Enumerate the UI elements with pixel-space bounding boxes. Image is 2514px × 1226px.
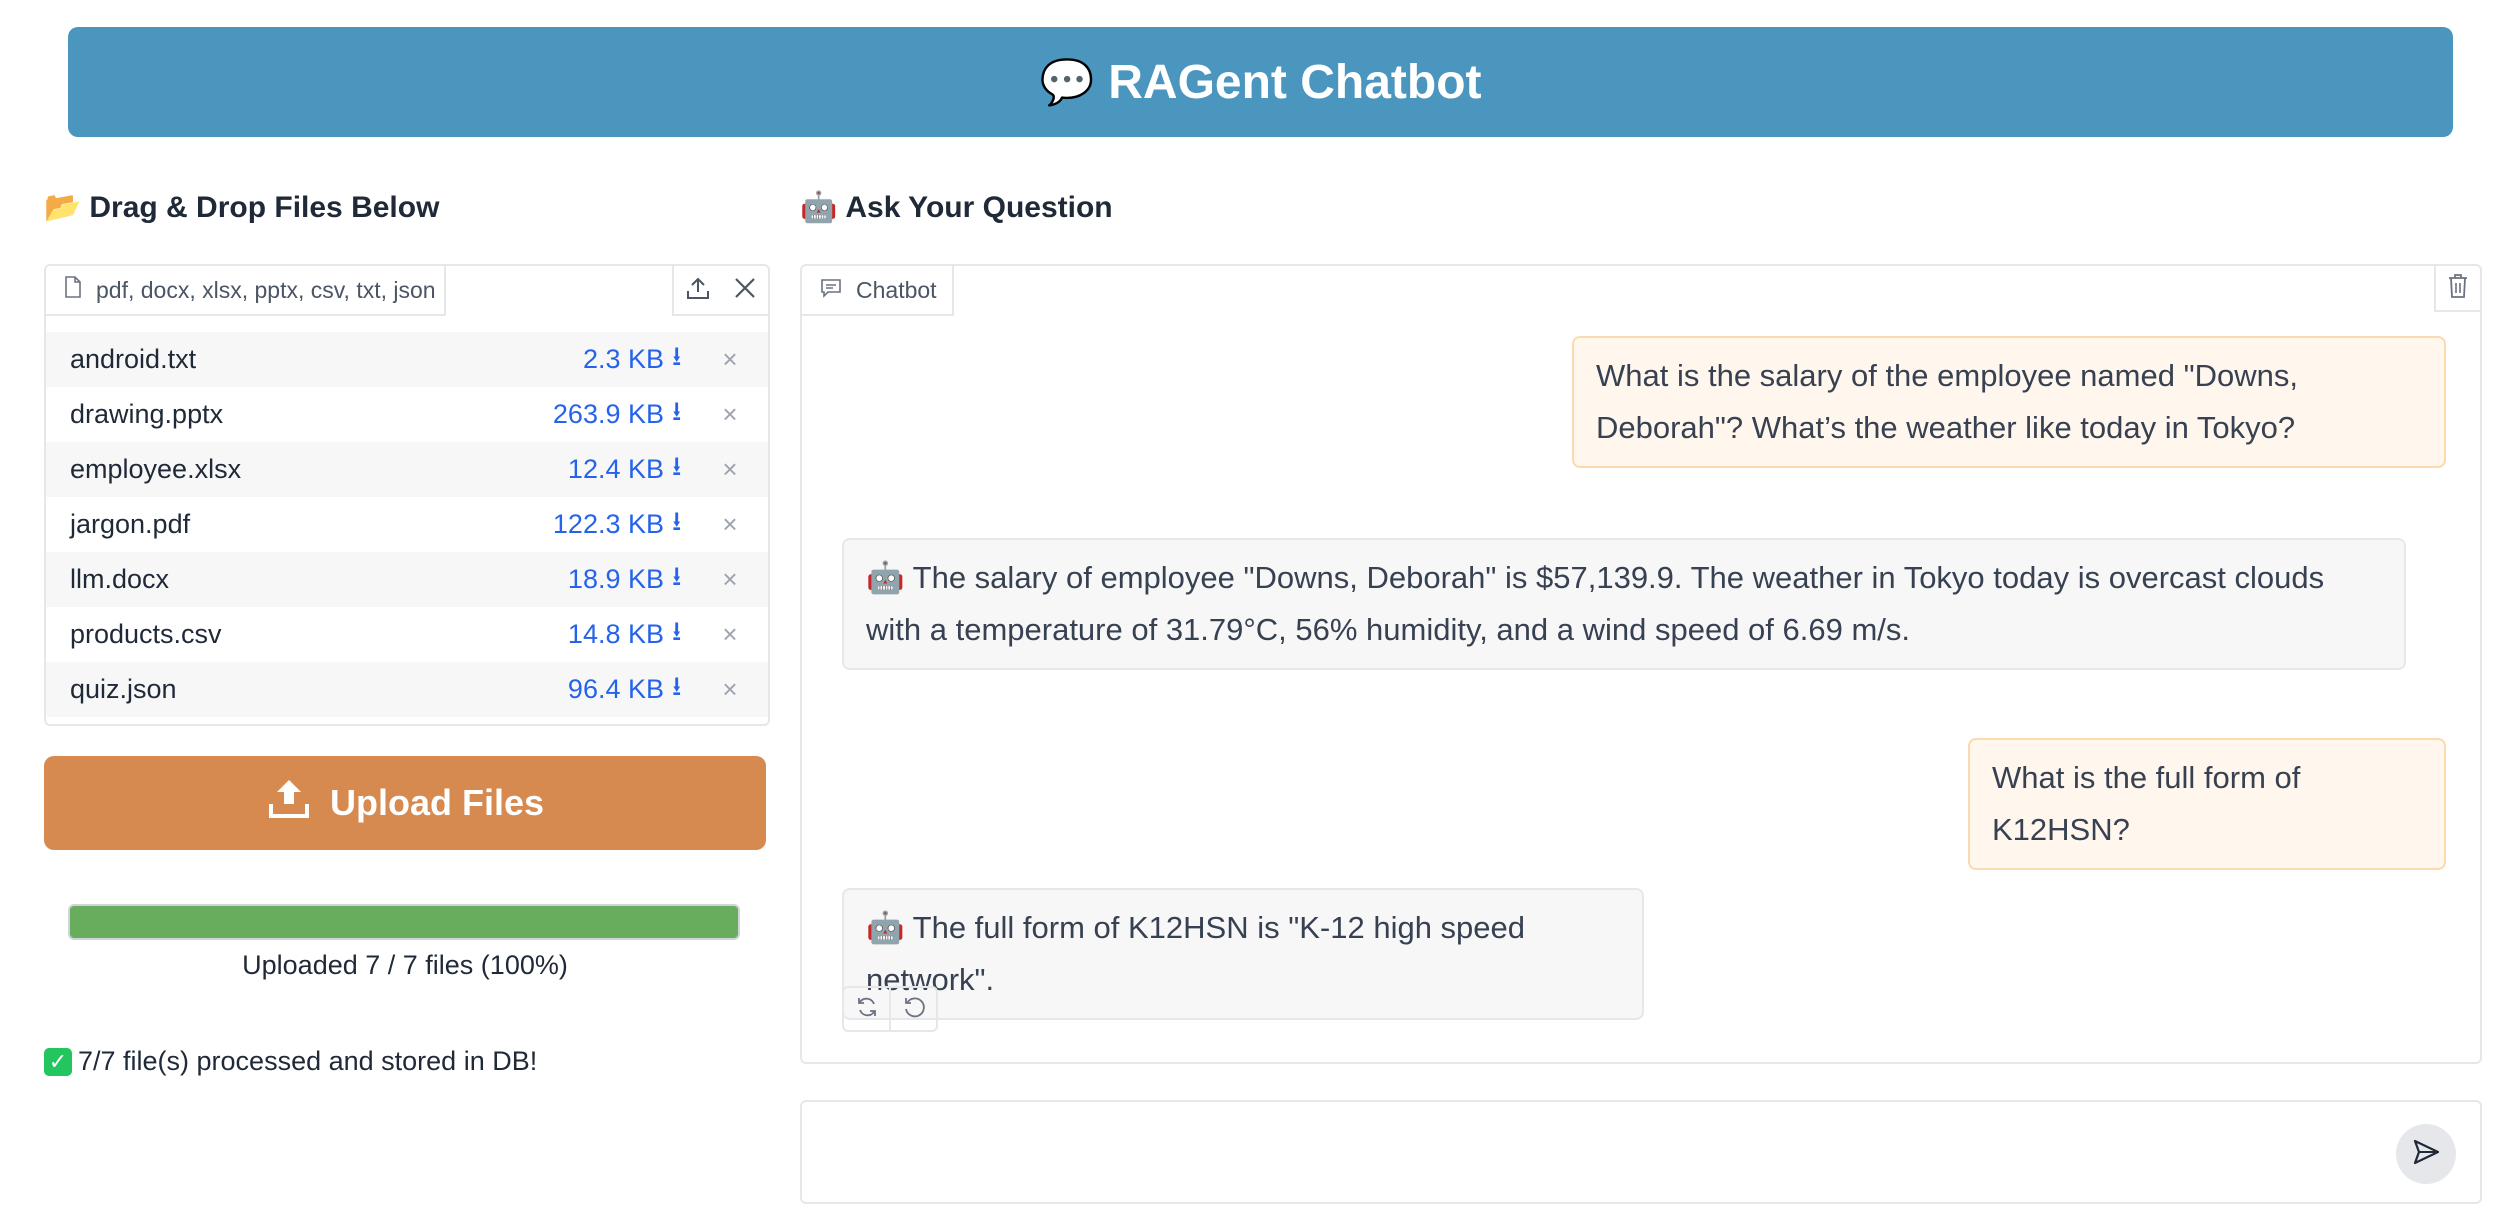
upload-progress-fill — [70, 906, 738, 938]
upload-files-label: Upload Files — [329, 782, 545, 823]
folder-icon: 📂 — [44, 191, 82, 224]
file-name: employee.xlsx — [70, 454, 242, 484]
download-icon[interactable]: ⭳ — [672, 447, 692, 493]
chatbot-tab-label: Chatbot — [856, 276, 937, 303]
user-message: What is the full form of K12HSN? — [1968, 738, 2446, 870]
file-size-link[interactable]: 96.4 KB — [504, 674, 664, 705]
send-button[interactable] — [2396, 1124, 2456, 1184]
download-icon[interactable]: ⭳ — [672, 667, 692, 713]
file-types-label: pdf, docx, xlsx, pptx, csv, txt, json — [96, 276, 436, 303]
chatbot-tab: Chatbot — [802, 266, 954, 316]
file-name: llm.docx — [70, 564, 170, 594]
app-title: RAGent Chatbot — [1108, 55, 1482, 109]
check-mark-icon: ✓ — [44, 1047, 72, 1076]
remove-file-icon[interactable]: × — [692, 344, 768, 375]
file-name: quiz.json — [70, 674, 177, 704]
bot-message: 🤖 The salary of employee "Downs, Deborah… — [842, 538, 2406, 670]
file-row: employee.xlsx 12.4 KB ⭳ × — [46, 442, 768, 497]
clear-files-icon[interactable] — [733, 276, 757, 305]
file-size-link[interactable]: 122.3 KB — [504, 509, 664, 540]
bot-message-text: The full form of K12HSN is "K-12 high sp… — [866, 910, 1526, 997]
remove-file-icon[interactable]: × — [692, 619, 768, 650]
file-size-link[interactable]: 14.8 KB — [504, 619, 664, 650]
file-name: jargon.pdf — [70, 509, 191, 539]
upload-section-label: Drag & Drop Files Below — [89, 190, 440, 224]
robot-icon: 🤖 — [800, 191, 838, 224]
remove-file-icon[interactable]: × — [692, 564, 768, 595]
file-name: drawing.pptx — [70, 399, 224, 429]
upload-progress-text: Uploaded 7 / 7 files (100%) — [242, 950, 568, 980]
upload-progress-bar — [68, 904, 740, 940]
file-types-tab: pdf, docx, xlsx, pptx, csv, txt, json — [46, 266, 446, 316]
user-message: What is the salary of the employee named… — [1572, 336, 2446, 468]
download-icon[interactable]: ⭳ — [672, 392, 692, 438]
undo-icon — [902, 995, 926, 1024]
file-name: android.txt — [70, 344, 197, 374]
file-row: jargon.pdf 122.3 KB ⭳ × — [46, 497, 768, 552]
file-size-link[interactable]: 18.9 KB — [504, 564, 664, 595]
bot-message-text: The salary of employee "Downs, Deborah" … — [866, 560, 2325, 647]
file-size-link[interactable]: 2.3 KB — [504, 344, 664, 375]
retry-button[interactable] — [844, 988, 889, 1030]
file-row: quiz.json 96.4 KB ⭳ × — [46, 662, 768, 717]
file-row: products.csv 14.8 KB ⭳ × — [46, 607, 768, 662]
file-drop-zone[interactable]: pdf, docx, xlsx, pptx, csv, txt, json an… — [44, 264, 770, 726]
trash-icon — [2447, 273, 2469, 304]
download-icon[interactable]: ⭳ — [672, 337, 692, 383]
clear-chat-button[interactable] — [2434, 266, 2480, 312]
send-icon — [2411, 1137, 2441, 1172]
file-row: android.txt 2.3 KB ⭳ × — [46, 332, 768, 387]
file-row: llm.docx 18.9 KB ⭳ × — [46, 552, 768, 607]
file-icon — [64, 276, 82, 304]
download-icon[interactable]: ⭳ — [672, 502, 692, 548]
chatbot-panel: Chatbot What is the salary of the employ… — [800, 264, 2482, 1064]
processing-status-text: 7/7 file(s) processed and stored in DB! — [78, 1046, 538, 1076]
speech-bubble-icon: 💬 — [1039, 58, 1095, 107]
chat-bubble-icon — [820, 277, 842, 304]
bot-message: 🤖 The full form of K12HSN is "K-12 high … — [842, 888, 1644, 1020]
remove-file-icon[interactable]: × — [692, 399, 768, 430]
undo-button[interactable] — [889, 988, 936, 1030]
file-name: products.csv — [70, 619, 222, 649]
remove-file-icon[interactable]: × — [692, 674, 768, 705]
robot-icon: 🤖 — [866, 910, 913, 945]
refresh-icon — [855, 995, 879, 1024]
upload-section-title: 📂 Drag & Drop Files Below — [44, 190, 439, 225]
file-row: drawing.pptx 263.9 KB ⭳ × — [46, 387, 768, 442]
remove-file-icon[interactable]: × — [692, 509, 768, 540]
robot-icon: 🤖 — [866, 560, 913, 595]
message-actions — [842, 986, 938, 1032]
message-input[interactable] — [822, 1122, 2366, 1184]
file-list: android.txt 2.3 KB ⭳ × drawing.pptx 263.… — [46, 332, 768, 717]
file-tools — [672, 266, 768, 316]
file-size-link[interactable]: 12.4 KB — [504, 454, 664, 485]
app-header: 💬 RAGent Chatbot — [68, 27, 2453, 137]
upload-icon — [266, 776, 312, 831]
remove-file-icon[interactable]: × — [692, 454, 768, 485]
upload-files-button[interactable]: Upload Files — [44, 756, 766, 850]
chat-section-label: Ask Your Question — [845, 190, 1113, 224]
chat-section-title: 🤖 Ask Your Question — [800, 190, 1113, 225]
message-input-box — [800, 1100, 2482, 1204]
processing-status: ✓ 7/7 file(s) processed and stored in DB… — [44, 1046, 537, 1077]
upload-icon[interactable] — [685, 275, 711, 306]
download-icon[interactable]: ⭳ — [672, 612, 692, 658]
download-icon[interactable]: ⭳ — [672, 557, 692, 603]
file-size-link[interactable]: 263.9 KB — [504, 399, 664, 430]
